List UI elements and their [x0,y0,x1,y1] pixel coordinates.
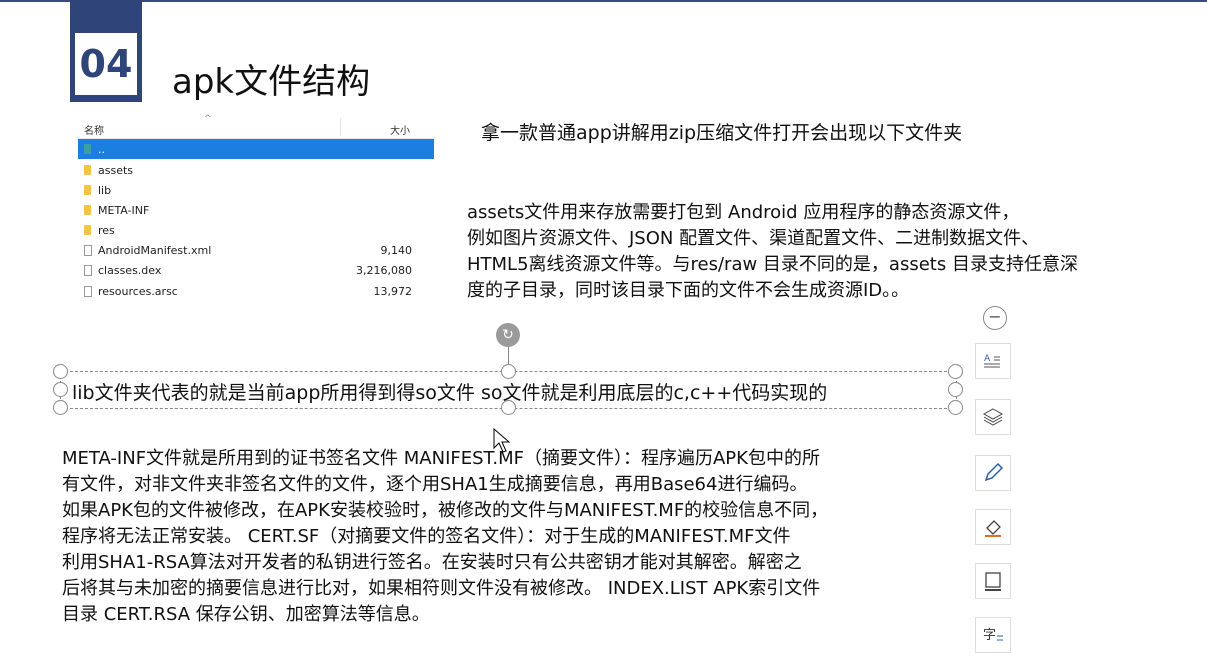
explorer-row: lib [78,180,434,200]
explorer-header: ^ 名称 大小 [78,114,434,139]
folder-icon [84,185,91,195]
row-name: AndroidManifest.xml [98,244,212,257]
resize-handle[interactable] [948,382,963,397]
metainf-line: 有文件，对非文件夹非签名文件的文件，逐个用SHA1生成摘要信息，再用Base64… [62,474,808,495]
metainf-line: 利用SHA1-RSA算法对开发者的私钥进行签名。在安装时只有公共密钥才能对其解密… [62,552,802,573]
metainf-paragraph[interactable]: META-INF文件就是所用到的证书签名文件 MANIFEST.MF（摘要文件）… [62,446,1002,628]
metainf-line: 后将其与未加密的摘要信息进行比对，如果相符则文件没有被修改。 INDEX.LIS… [62,578,821,599]
explorer-row-up: .. [78,139,434,159]
assets-paragraph[interactable]: assets文件用来存放需要打包到 Android 应用程序的静态资源文件， 例… [467,200,1207,304]
metainf-line: 程序将无法正常安装。 CERT.SF（对摘要文件的签名文件）：对于生成的MANI… [62,526,791,547]
folder-icon [84,165,91,175]
row-name: lib [98,184,112,197]
explorer-row: assets [78,160,434,180]
folder-icon [84,225,91,235]
row-name: .. [98,143,105,156]
resize-handle[interactable] [53,400,68,415]
resize-handle[interactable] [501,364,516,379]
row-name: assets [98,164,134,177]
file-explorer-screenshot: ^ 名称 大小 .. assets lib META-INF res Andro… [78,114,434,312]
metainf-line: 目录 CERT.RSA 保存公钥、加密算法等信息。 [62,604,430,625]
row-name: META-INF [98,204,150,217]
top-border [0,0,1207,2]
explorer-row: resources.arsc 13,972 [78,281,434,301]
mouse-cursor-icon [493,428,511,453]
resize-handle[interactable] [53,364,68,379]
assets-line: 度的子目录，同时该目录下面的文件不会生成资源ID。。 [467,280,910,301]
row-size: 3,216,080 [356,264,412,277]
svg-text:字: 字 [983,628,996,643]
resize-handle[interactable] [53,382,68,397]
explorer-row: AndroidManifest.xml 9,140 [78,240,434,260]
resize-handle[interactable] [948,364,963,379]
column-size-header: 大小 [390,126,410,137]
pen-icon[interactable] [975,455,1011,491]
column-divider [340,118,341,136]
file-icon [84,245,92,256]
file-icon [84,265,92,276]
row-size: 13,972 [373,285,413,298]
svg-text:A: A [984,354,991,364]
row-name: resources.arsc [98,285,178,298]
eraser-icon[interactable] [975,509,1011,545]
resize-handle[interactable] [948,400,963,415]
collapse-icon[interactable]: − [983,306,1007,330]
layout-options-icon[interactable]: A [975,343,1011,379]
section-number-badge: 04 [70,0,142,102]
row-name: res [98,224,115,237]
column-name-header: 名称 [84,126,104,137]
file-icon [84,286,92,297]
assets-line: 例如图片资源文件、JSON 配置文件、渠道配置文件、二进制数据文件、 [467,228,1040,249]
section-number: 04 [75,33,137,95]
rotate-handle-icon[interactable]: ↻ [496,323,520,347]
row-size: 9,140 [380,244,413,257]
sort-arrow-icon: ^ [204,114,212,124]
layers-icon[interactable] [975,399,1011,435]
metainf-line: META-INF文件就是所用到的证书签名文件 MANIFEST.MF（摘要文件）… [62,448,820,469]
lib-text[interactable]: lib文件夹代表的就是当前app所用得到得so文件 so文件就是利用底层的c,c… [72,378,827,405]
text-format-icon[interactable]: 字 [975,617,1011,653]
metainf-line: 如果APK包的文件被修改，在APK安装校验时，被修改的文件与MANIFEST.M… [62,500,829,521]
explorer-row: res [78,220,434,240]
slide-title: apk文件结构 [172,62,371,102]
assets-line: assets文件用来存放需要打包到 Android 应用程序的静态资源文件， [467,202,1020,223]
explorer-row: META-INF [78,200,434,220]
intro-text[interactable]: 拿一款普通app讲解用zip压缩文件打开会出现以下文件夹 [481,118,962,145]
folder-icon [84,205,91,215]
row-name: classes.dex [98,264,162,277]
up-folder-icon [84,144,91,154]
explorer-row: classes.dex 3,216,080 [78,260,434,280]
shape-icon[interactable] [975,563,1011,599]
assets-line: HTML5离线资源文件等。与res/raw 目录不同的是，assets 目录支持… [467,254,1078,275]
